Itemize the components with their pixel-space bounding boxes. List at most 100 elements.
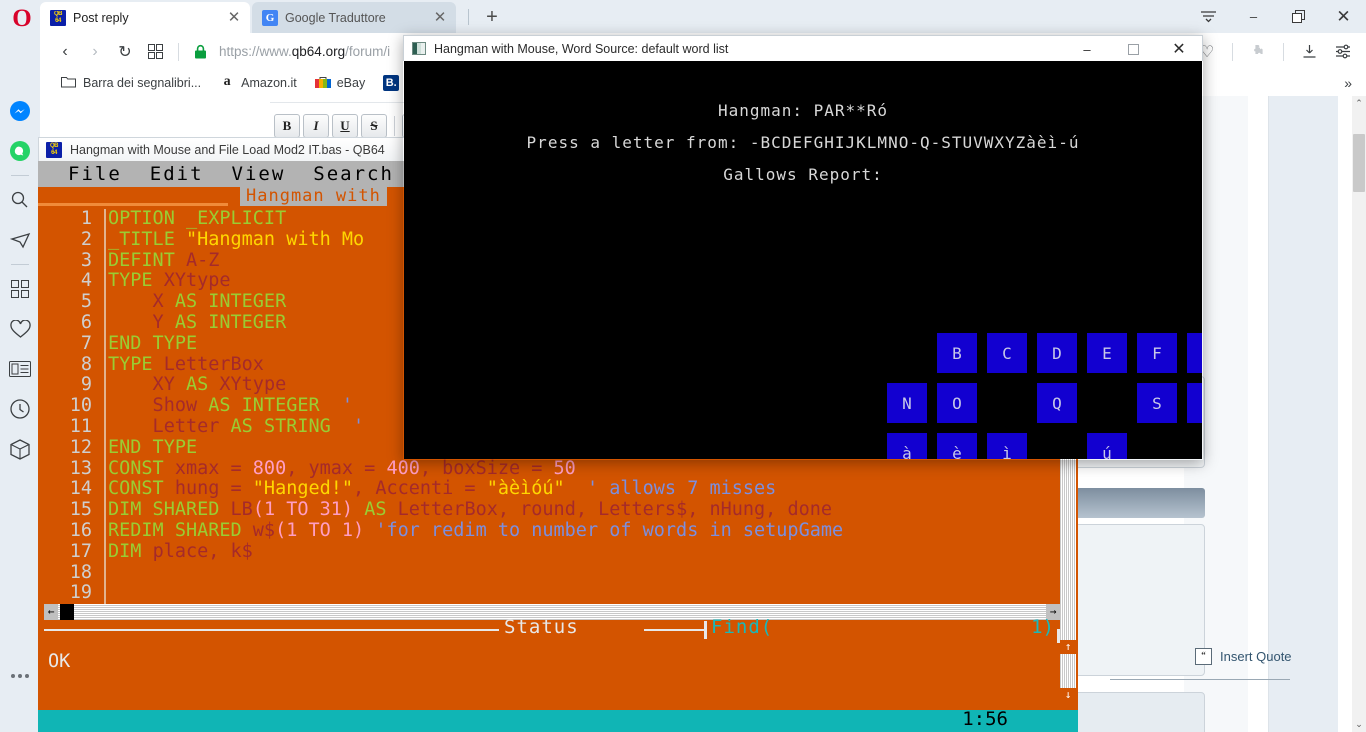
letter-key-c[interactable]: C (987, 333, 1027, 373)
puzzle-icon[interactable] (1241, 37, 1275, 67)
letter-key-n[interactable]: N (887, 383, 927, 423)
underline-button[interactable]: U (332, 114, 358, 138)
letter-key-d[interactable]: D (1037, 333, 1077, 373)
bookmark-folder[interactable]: Barra dei segnalibri... (54, 73, 208, 93)
game-maximize-button[interactable] (1110, 36, 1156, 62)
line-number: 8 (80, 353, 92, 375)
bookmarks-overflow-icon[interactable]: » (1344, 75, 1352, 91)
ebay-icon (314, 75, 331, 91)
easy-setup-icon[interactable] (1326, 37, 1360, 67)
scroll-down-icon[interactable]: ⌄ (1352, 719, 1366, 730)
lock-icon (193, 44, 209, 60)
sidebar-item-news[interactable] (0, 349, 40, 389)
download-icon[interactable] (1292, 37, 1326, 67)
sidebar-item-messenger[interactable] (0, 91, 40, 131)
letter-key-ì[interactable]: ì (987, 433, 1027, 459)
close-icon[interactable]: ✕ (432, 10, 448, 25)
menu-search[interactable]: Search (313, 163, 394, 185)
strikethrough-button[interactable]: S (361, 114, 387, 138)
game-close-button[interactable]: ✕ (1156, 36, 1202, 62)
forward-button[interactable]: › (80, 37, 110, 67)
game-title-bar[interactable]: Hangman with Mouse, Word Source: default… (403, 35, 1203, 61)
restore-button[interactable] (1276, 0, 1321, 33)
close-button[interactable]: ✕ (1321, 0, 1366, 33)
scrollbar-thumb[interactable] (1353, 134, 1365, 192)
game-title-text: Hangman with Mouse, Word Source: default… (434, 41, 729, 56)
menu-edit[interactable]: Edit (150, 163, 204, 185)
divider (1232, 42, 1233, 61)
scroll-down-icon[interactable]: ↓ (1060, 688, 1076, 702)
scroll-up-icon[interactable]: ↑ (1060, 640, 1076, 654)
code-text: CONST hung = "Hanged!", Accenti = "àèìóú… (108, 478, 777, 500)
sidebar-item-whatsapp[interactable] (0, 131, 40, 171)
qb64-bottom-bar: 1:56 (38, 708, 1078, 732)
code-text: Letter AS STRING ' (108, 415, 365, 437)
code-text: TYPE LetterBox (108, 353, 264, 375)
page-gutter (1248, 96, 1268, 732)
bold-button[interactable]: B (274, 114, 300, 138)
browser-menu-icon[interactable] (1186, 0, 1231, 33)
letter-key-e[interactable]: E (1087, 333, 1127, 373)
qb64-clock: 1:56 (962, 708, 1008, 730)
letter-key-q[interactable]: Q (1037, 383, 1077, 423)
console-icon (412, 42, 426, 55)
line-number: 10 (69, 395, 92, 417)
bookmark-ebay[interactable]: eBay (308, 73, 373, 93)
letter-key-o[interactable]: O (937, 383, 977, 423)
letter-key-b[interactable]: B (937, 333, 977, 373)
italic-button[interactable]: I (303, 114, 329, 138)
folder-icon (61, 75, 77, 91)
divider (178, 42, 179, 61)
line-number: 19 (69, 582, 92, 604)
code-line: 14 CONST hung = "Hanged!", Accenti = "àèì… (44, 478, 1060, 500)
letter-key-f[interactable]: F (1137, 333, 1177, 373)
tab-post-reply[interactable]: QB 64 Post reply ✕ (40, 2, 250, 33)
reload-button[interactable]: ↻ (110, 37, 140, 67)
game-text-line: Gallows Report: (723, 165, 883, 184)
line-number: 1 (80, 209, 92, 229)
game-minimize-button[interactable]: – (1064, 36, 1110, 62)
output-vertical-scrollbar[interactable]: ↑ ↓ (1060, 640, 1076, 702)
bookmark-amazon[interactable]: a Amazon.it (212, 73, 304, 93)
sidebar-item-more[interactable] (0, 656, 40, 696)
letter-key-è[interactable]: è (937, 433, 977, 459)
line-number: 16 (69, 519, 92, 541)
sidebar-item-package[interactable] (0, 429, 40, 469)
scroll-left-icon[interactable]: ← (44, 604, 58, 620)
game-console-screen[interactable]: Hangman: PAR**Ró Press a letter from: -BC… (404, 61, 1202, 459)
qb64-open-file-tab[interactable]: Hangman with (240, 187, 387, 206)
letter-key-à[interactable]: à (887, 433, 927, 459)
line-number: 7 (80, 332, 92, 354)
divider (11, 264, 29, 265)
minimize-button[interactable]: – (1231, 0, 1276, 33)
sidebar-item-telegram[interactable] (0, 220, 40, 260)
page-scrollbar[interactable]: ⌃ ⌄ (1352, 96, 1366, 732)
url-prefix: https://www. (219, 44, 292, 59)
menu-file[interactable]: File (68, 163, 122, 185)
hscrollbar-thumb[interactable] (60, 604, 74, 620)
qb64-output-text: OK (48, 651, 71, 672)
insert-quote-button[interactable]: “ Insert Quote (1195, 648, 1292, 665)
letter-key-t[interactable]: T (1187, 383, 1202, 423)
menu-view[interactable]: View (232, 163, 286, 185)
letter-key-ú[interactable]: ú (1087, 433, 1127, 459)
back-button[interactable]: ‹ (50, 37, 80, 67)
sidebar-item-speed-dial[interactable] (0, 269, 40, 309)
new-tab-button[interactable]: + (480, 6, 504, 30)
line-number: 2 (80, 228, 92, 250)
code-text: END TYPE (108, 436, 198, 458)
sidebar-item-history[interactable] (0, 389, 40, 429)
close-icon[interactable]: ✕ (226, 10, 242, 25)
tab-google-traduttore[interactable]: G Google Traduttore ✕ (252, 2, 456, 33)
code-line: 19 (44, 583, 1060, 604)
letter-key-s[interactable]: S (1137, 383, 1177, 423)
gutter-divider (104, 209, 106, 607)
hangman-game-window: Hangman with Mouse, Word Source: default… (403, 35, 1203, 460)
sidebar-item-search[interactable] (0, 180, 40, 220)
find-label[interactable]: Find( (711, 616, 773, 638)
insert-quote-label: Insert Quote (1220, 649, 1292, 664)
letter-key-g[interactable]: G (1187, 333, 1202, 373)
speed-dial-icon[interactable] (140, 37, 170, 67)
scroll-up-icon[interactable]: ⌃ (1352, 98, 1366, 109)
sidebar-item-favorites[interactable] (0, 309, 40, 349)
